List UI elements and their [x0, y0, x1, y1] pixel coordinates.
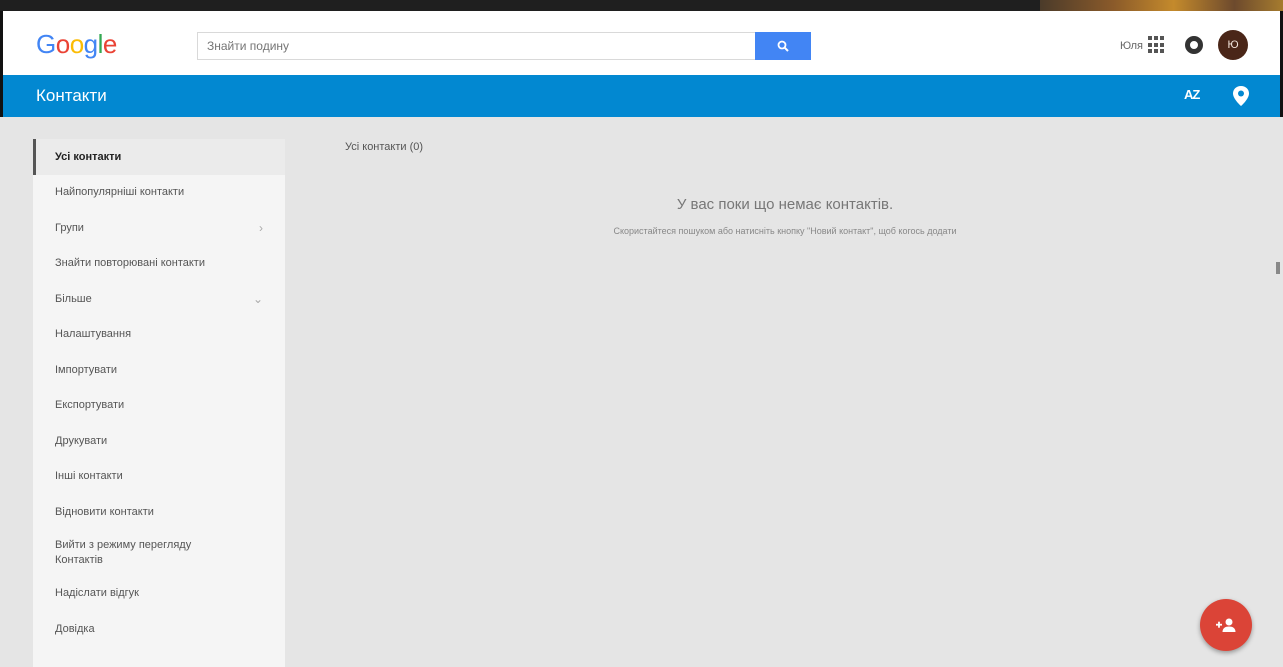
avatar[interactable]: Ю — [1218, 30, 1248, 60]
sidebar-item-more[interactable]: Більше ⌄ — [33, 281, 285, 317]
sidebar-item-other-contacts[interactable]: Інші контакти — [33, 459, 285, 495]
logo-letter: g — [83, 29, 98, 59]
sidebar-item-label: Групи — [55, 221, 84, 234]
logo-letter: o — [69, 29, 84, 59]
sidebar-item-label: Більше — [55, 292, 92, 305]
background-image-strip — [1040, 0, 1283, 11]
sidebar-item-settings[interactable]: Налаштування — [33, 317, 285, 353]
sidebar-item-label: Експортувати — [55, 399, 125, 412]
contacts-count-label: Усі контакти (0) — [345, 141, 424, 153]
browser-top-strip — [0, 0, 1283, 11]
sidebar-item-label: Імпортувати — [55, 363, 118, 376]
search-icon — [777, 40, 789, 52]
sidebar-item-label: Усі контакти — [55, 150, 122, 163]
add-person-icon — [1216, 618, 1236, 632]
sidebar-item-find-duplicates[interactable]: Знайти повторювані контакти — [33, 246, 285, 282]
logo-letter: G — [36, 29, 56, 59]
page-title: Контакти — [36, 86, 107, 105]
side-panel-handle[interactable] — [1276, 262, 1280, 274]
search-button[interactable] — [755, 32, 811, 60]
search-box — [197, 32, 757, 60]
sidebar-nav: Усі контакти Найпопулярніші контакти Гру… — [33, 139, 285, 667]
notifications-icon[interactable] — [1185, 36, 1203, 54]
sort-az-icon[interactable]: AZ — [1184, 87, 1200, 102]
sidebar-item-export[interactable]: Експортувати — [33, 388, 285, 424]
contacts-title-bar: Контакти AZ — [0, 75, 1283, 117]
search-input[interactable] — [198, 33, 757, 59]
sidebar-item-groups[interactable]: Групи › — [33, 210, 285, 246]
logo-letter: e — [102, 29, 117, 59]
google-logo[interactable]: Google — [36, 29, 117, 60]
chevron-down-icon: ⌄ — [252, 291, 263, 306]
user-name[interactable]: Юля — [1120, 40, 1143, 52]
sidebar-item-print[interactable]: Друкувати — [33, 423, 285, 459]
sidebar-item-label: Друкувати — [55, 434, 108, 447]
app-header: Google Юля Ю — [0, 11, 1283, 75]
chevron-right-icon: › — [259, 220, 263, 235]
sidebar-item-restore-contacts[interactable]: Відновити контакти — [33, 494, 285, 530]
sidebar-item-all-contacts[interactable]: Усі контакти — [33, 139, 285, 175]
sidebar-item-label: Вийти з режиму перегляду Контактів — [55, 538, 192, 566]
sidebar-item-label: Налаштування — [55, 328, 132, 341]
sidebar-item-label: Найпопулярніші контакти — [55, 186, 185, 199]
sidebar-item-label: Відновити контакти — [55, 505, 154, 518]
sidebar-item-import[interactable]: Імпортувати — [33, 352, 285, 388]
logo-letter: o — [55, 29, 70, 59]
sidebar-item-help[interactable]: Довідка — [33, 611, 285, 647]
location-pin-icon[interactable] — [1231, 85, 1251, 107]
empty-state-subtitle: Скористайтеся пошуком або натисніть кноп… — [613, 226, 957, 236]
sidebar-item-exit-preview[interactable]: Вийти з режиму перегляду Контактів — [33, 530, 285, 576]
sidebar-item-label: Надіслати відгук — [55, 587, 139, 600]
apps-grid-icon[interactable] — [1148, 36, 1166, 54]
sidebar-item-label: Знайти повторювані контакти — [55, 257, 205, 270]
sidebar-item-send-feedback[interactable]: Надіслати відгук — [33, 576, 285, 612]
sidebar-item-label: Довідка — [55, 622, 95, 635]
new-contact-button[interactable] — [1200, 599, 1252, 651]
empty-state-title: У вас поки що немає контактів. — [676, 196, 894, 213]
sidebar-item-label: Інші контакти — [55, 470, 123, 483]
sidebar-item-popular-contacts[interactable]: Найпопулярніші контакти — [33, 175, 285, 211]
